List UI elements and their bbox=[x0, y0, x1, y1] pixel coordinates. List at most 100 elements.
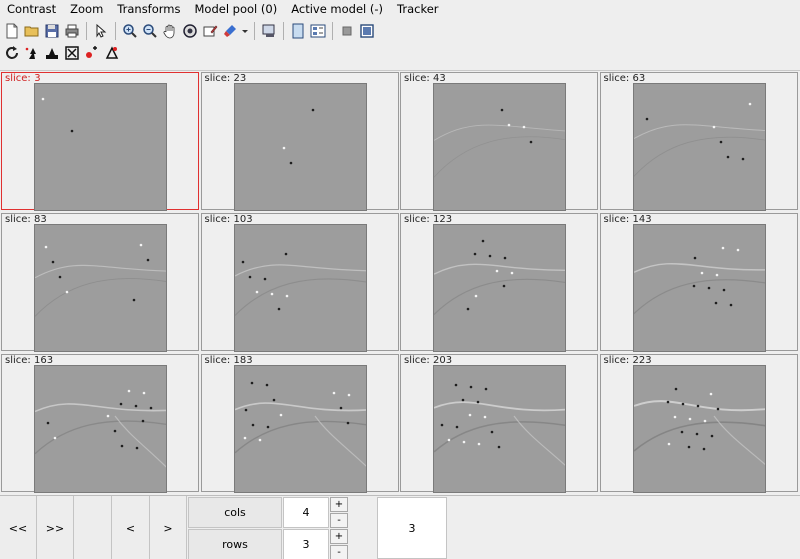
dropdown-arrow-icon[interactable] bbox=[240, 21, 250, 41]
slice-label-prefix: slice: bbox=[603, 214, 630, 225]
slice-cell[interactable]: slice: 103 bbox=[200, 213, 399, 352]
slice-image[interactable] bbox=[233, 224, 367, 352]
slice-cell[interactable]: slice: 223 bbox=[599, 354, 798, 493]
menu-contrast[interactable]: Contrast bbox=[0, 0, 63, 19]
grid-view-icon[interactable] bbox=[308, 21, 328, 41]
slice-label-prefix: slice: bbox=[5, 73, 31, 84]
toolbar-separator bbox=[254, 22, 255, 40]
cols-input[interactable]: 4 bbox=[283, 497, 329, 528]
menu-model-pool[interactable]: Model pool (0) bbox=[188, 0, 285, 19]
slice-cell[interactable]: slice: 183 bbox=[200, 354, 399, 493]
open-folder-icon[interactable] bbox=[22, 21, 42, 41]
fullscreen-icon[interactable] bbox=[357, 21, 377, 41]
menu-bar: Contrast Zoom Transforms Model pool (0) … bbox=[0, 0, 800, 19]
tracker-toolbar bbox=[0, 42, 800, 64]
menu-zoom[interactable]: Zoom bbox=[63, 0, 110, 19]
slice-cell[interactable]: slice: 23 bbox=[200, 72, 399, 211]
toolbar-separator bbox=[86, 22, 87, 40]
export-window-icon[interactable] bbox=[259, 21, 279, 41]
micrograph-texture bbox=[282, 108, 314, 165]
micrograph-texture bbox=[35, 243, 166, 317]
menu-transforms[interactable]: Transforms bbox=[110, 0, 187, 19]
slice-cell[interactable]: slice: 3 bbox=[1, 72, 199, 211]
slice-label-prefix: slice: bbox=[204, 214, 231, 225]
toolbar-separator bbox=[115, 22, 116, 40]
slice-label-prefix: slice: bbox=[204, 73, 231, 84]
rows-decrement-button[interactable]: - bbox=[330, 545, 348, 559]
save-icon[interactable] bbox=[42, 21, 62, 41]
slice-image[interactable] bbox=[34, 365, 167, 493]
refresh-icon[interactable] bbox=[2, 43, 22, 63]
slice-label-prefix: slice: bbox=[5, 214, 31, 225]
slice-image[interactable] bbox=[433, 83, 566, 211]
slice-label-prefix: slice: bbox=[204, 355, 231, 366]
slice-label-prefix: slice: bbox=[603, 73, 630, 84]
brush-icon[interactable] bbox=[220, 21, 240, 41]
slice-image[interactable] bbox=[632, 83, 766, 211]
rows-input[interactable]: 3 bbox=[283, 529, 329, 559]
slice-label-prefix: slice: bbox=[603, 355, 630, 366]
slice-image[interactable] bbox=[433, 365, 566, 493]
reset-marker-icon[interactable] bbox=[102, 43, 122, 63]
slice-grid: slice: 3 slice: 23 slice: 43 slice: 63 slice… bbox=[0, 70, 800, 494]
slice-image[interactable] bbox=[632, 224, 766, 352]
slice-cell[interactable]: slice: 123 bbox=[400, 213, 598, 352]
slice-cell[interactable]: slice: 163 bbox=[1, 354, 199, 493]
current-slice-display: 3 bbox=[377, 497, 447, 559]
slice-label-prefix: slice: bbox=[404, 355, 430, 366]
rows-increment-button[interactable]: + bbox=[330, 529, 348, 544]
annotate-icon[interactable] bbox=[200, 21, 220, 41]
slice-cell[interactable]: slice: 43 bbox=[400, 72, 598, 211]
cols-increment-button[interactable]: + bbox=[330, 497, 348, 512]
slice-image[interactable] bbox=[34, 224, 167, 352]
last-page-button[interactable]: >> bbox=[37, 496, 74, 559]
nav-spacer bbox=[74, 496, 112, 559]
zoom-in-icon[interactable] bbox=[120, 21, 140, 41]
zoom-out-icon[interactable] bbox=[140, 21, 160, 41]
next-slice-button[interactable]: > bbox=[150, 496, 187, 559]
micrograph-texture bbox=[35, 389, 166, 468]
slice-cell[interactable]: slice: 203 bbox=[400, 354, 598, 493]
toolbar-separator bbox=[332, 22, 333, 40]
cols-label: cols bbox=[188, 497, 282, 528]
slice-cell[interactable]: slice: 63 bbox=[599, 72, 798, 211]
slice-image[interactable] bbox=[34, 83, 167, 211]
fit-icon[interactable] bbox=[62, 43, 82, 63]
slice-image[interactable] bbox=[632, 365, 766, 493]
prev-slice-button[interactable]: < bbox=[112, 496, 150, 559]
micrograph-texture bbox=[633, 387, 765, 466]
marker-icon[interactable] bbox=[82, 43, 102, 63]
tracker-b-icon[interactable] bbox=[42, 43, 62, 63]
single-view-icon[interactable] bbox=[288, 21, 308, 41]
menu-active-model[interactable]: Active model (-) bbox=[284, 0, 390, 19]
rotate-icon[interactable] bbox=[180, 21, 200, 41]
first-page-button[interactable]: << bbox=[0, 496, 37, 559]
main-toolbar bbox=[0, 20, 800, 42]
slice-label-prefix: slice: bbox=[404, 214, 430, 225]
micrograph-texture bbox=[234, 252, 366, 316]
navigation-panel: << >> < > cols 4 + - rows 3 + - 3 bbox=[0, 495, 800, 559]
cols-decrement-button[interactable]: - bbox=[330, 513, 348, 528]
print-icon[interactable] bbox=[62, 21, 82, 41]
micrograph-texture bbox=[633, 246, 765, 315]
pointer-icon[interactable] bbox=[91, 21, 111, 41]
micrograph-texture bbox=[434, 383, 565, 466]
slice-cell[interactable]: slice: 143 bbox=[599, 213, 798, 352]
slice-label-prefix: slice: bbox=[5, 355, 31, 366]
slice-image[interactable] bbox=[233, 83, 367, 211]
rows-label: rows bbox=[188, 529, 282, 559]
slice-image[interactable] bbox=[233, 365, 367, 493]
menu-tracker[interactable]: Tracker bbox=[390, 0, 446, 19]
tracker-a-icon[interactable] bbox=[22, 43, 42, 63]
slice-cell[interactable]: slice: 83 bbox=[1, 213, 199, 352]
stop-icon[interactable] bbox=[337, 21, 357, 41]
micrograph-texture bbox=[434, 239, 565, 315]
new-file-icon[interactable] bbox=[2, 21, 22, 41]
micrograph-texture bbox=[633, 102, 765, 177]
slice-label-prefix: slice: bbox=[404, 73, 430, 84]
slice-image[interactable] bbox=[433, 224, 566, 352]
micrograph-texture bbox=[234, 381, 366, 467]
micrograph-texture bbox=[41, 97, 74, 133]
pan-hand-icon[interactable] bbox=[160, 21, 180, 41]
micrograph-texture bbox=[434, 108, 565, 178]
